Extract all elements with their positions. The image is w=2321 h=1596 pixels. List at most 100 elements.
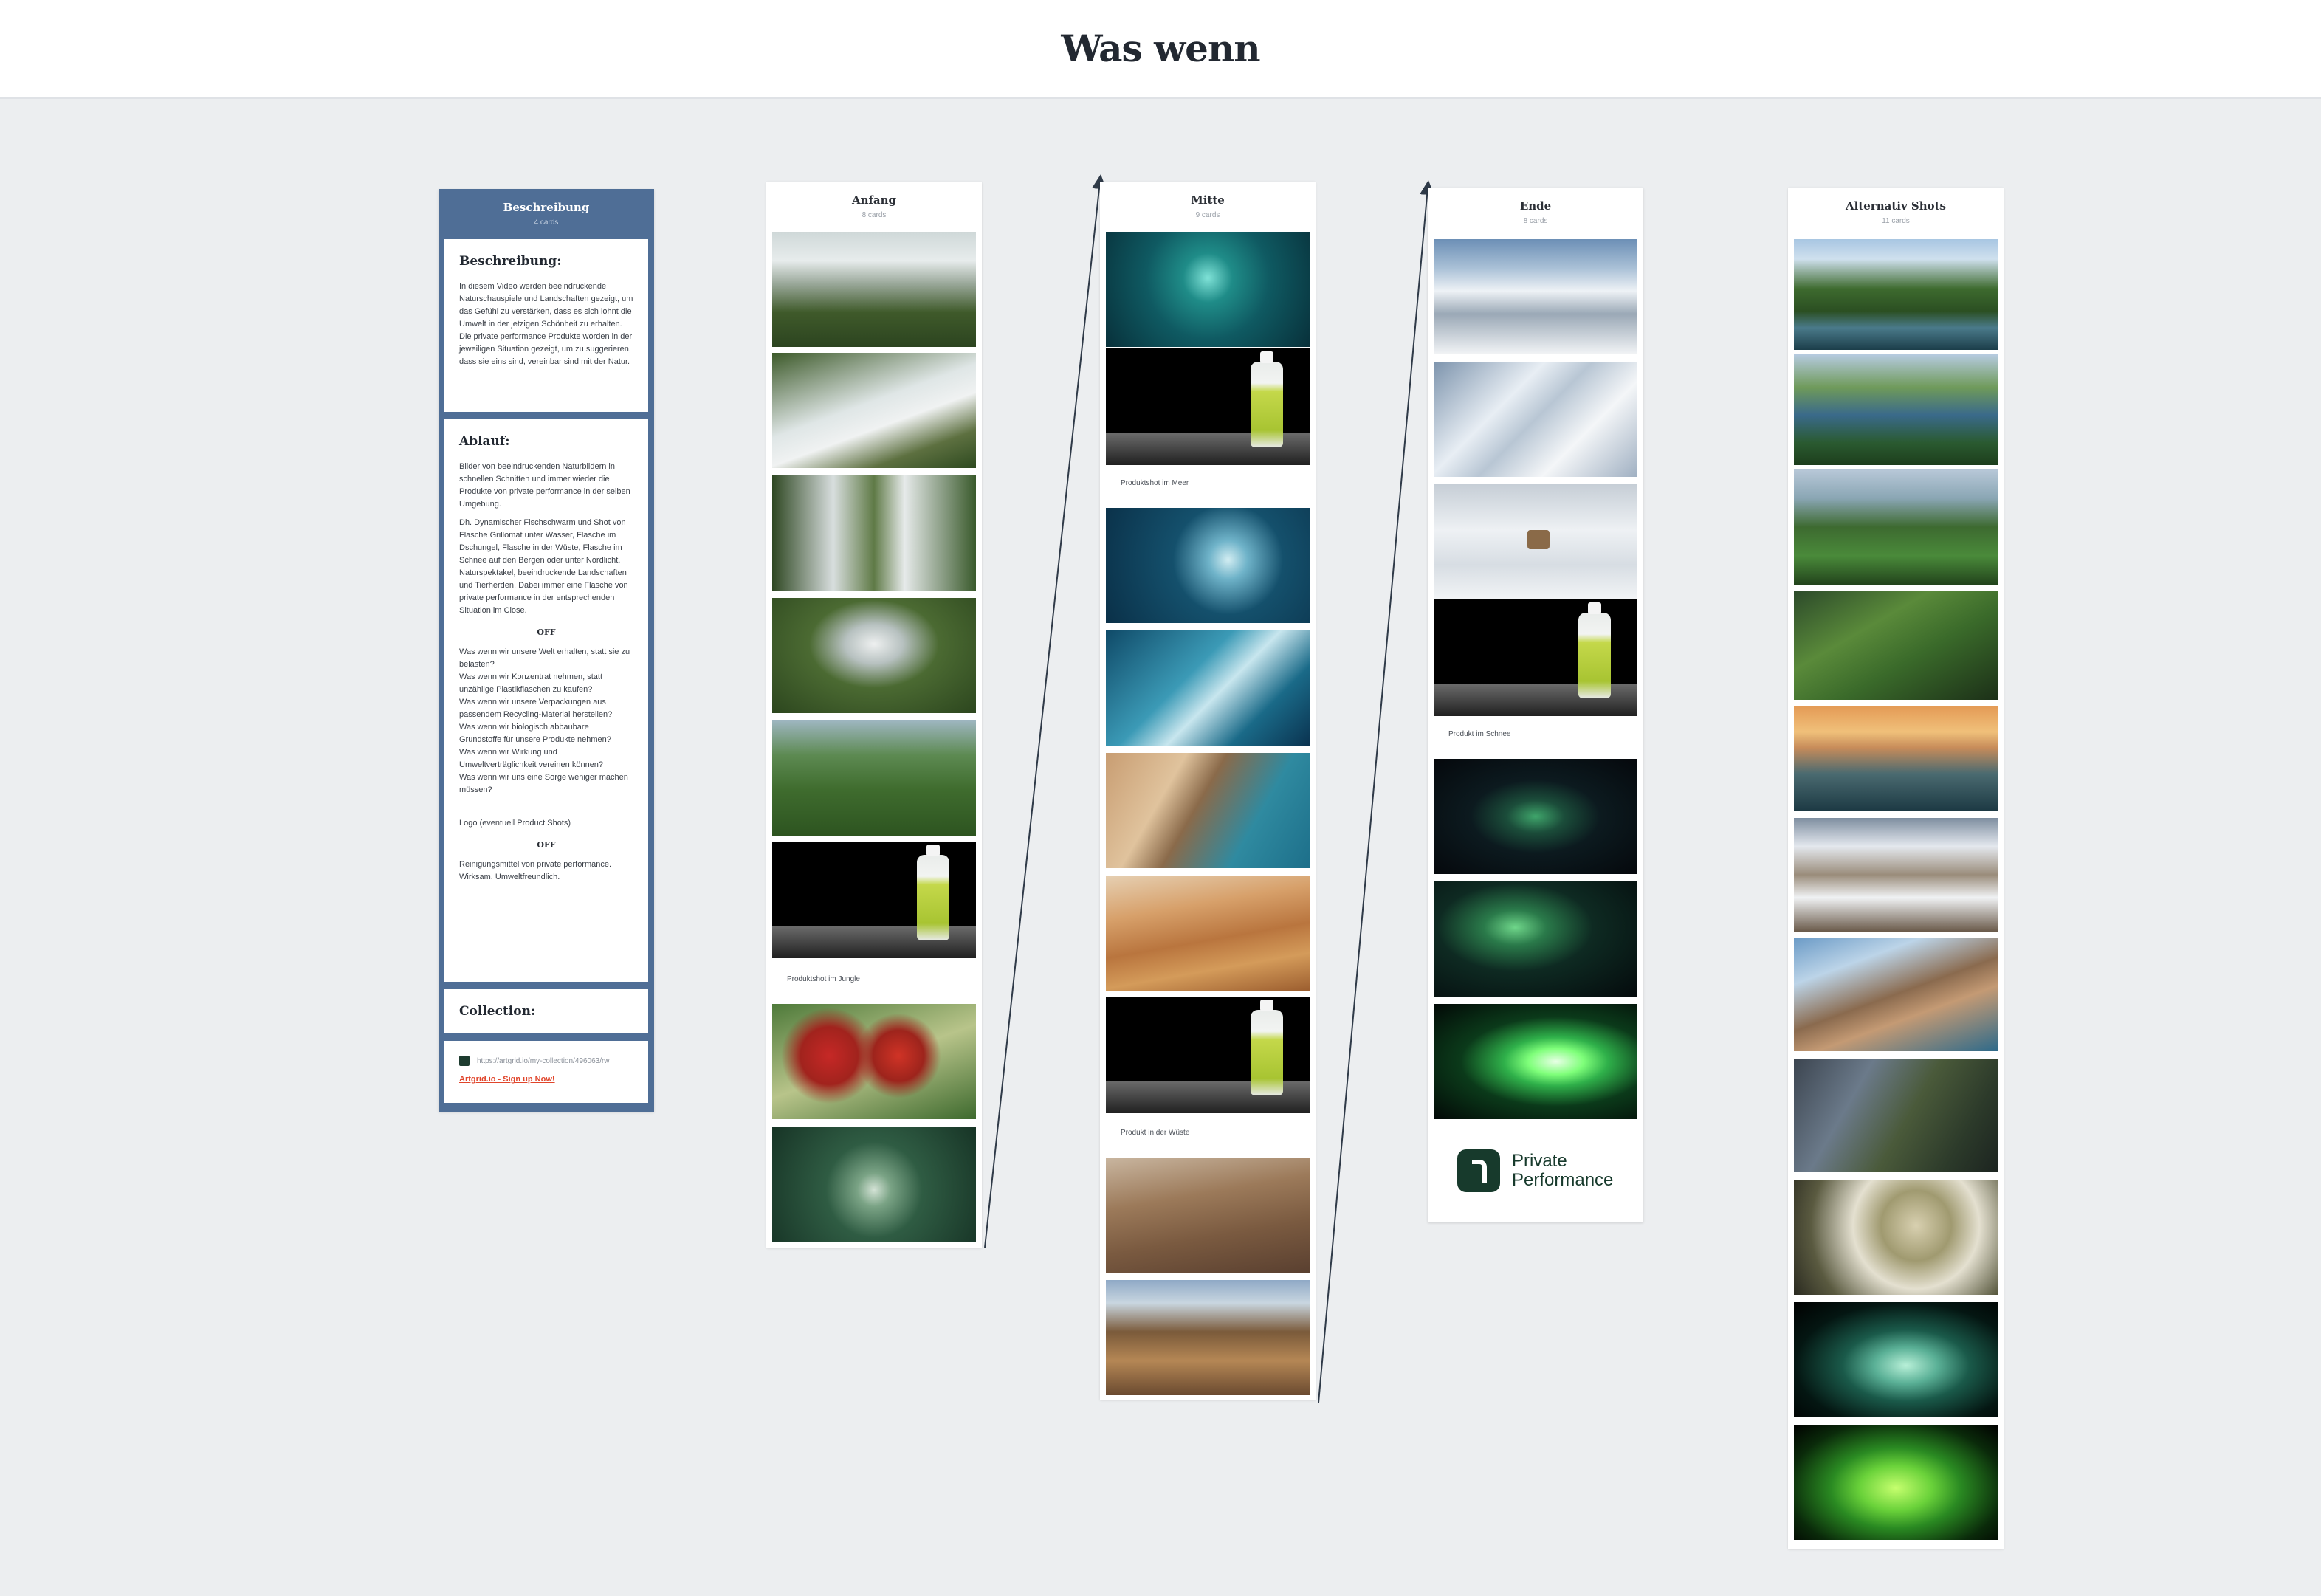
braided-river-image	[1794, 1059, 1998, 1172]
image-card[interactable]	[1434, 759, 1637, 874]
image-card[interactable]	[1106, 232, 1310, 347]
bottle-icon	[1578, 602, 1611, 698]
mountain-lake-2-image	[1794, 354, 1998, 465]
image-card[interactable]	[1106, 508, 1310, 623]
off-label: OFF	[537, 627, 556, 637]
brown-peak-image	[1794, 938, 1998, 1051]
bottle-snow-image	[1434, 599, 1637, 717]
aurora-1-image	[1434, 759, 1637, 874]
product-card[interactable]: Produktshot im Meer	[1106, 348, 1310, 503]
image-card[interactable]	[1434, 881, 1637, 997]
image-card[interactable]	[772, 1127, 976, 1242]
logo-wordmark: Private Performance	[1512, 1152, 1613, 1190]
column-header[interactable]: Anfang 8 cards	[766, 182, 982, 232]
product-card[interactable]: Produkt in der Wüste	[1106, 997, 1310, 1153]
column-mitte[interactable]: Mitte 9 cards Produktshot im Meer Produk…	[1100, 182, 1316, 1400]
image-card[interactable]	[1434, 239, 1637, 354]
card-heading: Ablauf:	[459, 434, 510, 449]
fish-swarm-image	[1106, 232, 1310, 347]
snow-peaks-image	[1434, 239, 1637, 354]
card-text: Was wenn wir unsere Welt erhalten, statt…	[459, 647, 630, 794]
bottle-desert-image	[1106, 997, 1310, 1114]
image-card[interactable]	[1794, 1425, 1998, 1540]
image-card[interactable]	[1794, 354, 1998, 465]
signup-link[interactable]: Artgrid.io - Sign up Now!	[459, 1075, 633, 1084]
image-card[interactable]	[772, 1004, 976, 1119]
water-drop-image	[772, 1127, 976, 1242]
product-card[interactable]: Produktshot im Jungle	[772, 842, 976, 1000]
waterfall-aerial-image	[772, 232, 976, 347]
logo-card[interactable]: Private Performance	[1434, 1135, 1637, 1206]
artgrid-favicon-icon	[459, 1056, 470, 1066]
link-card[interactable]: https://artgrid.io/my-collection/496063/…	[444, 1041, 648, 1103]
card-caption: Produktshot im Jungle	[787, 975, 860, 983]
image-card[interactable]	[1794, 818, 1998, 932]
bottle-sea-image	[1106, 348, 1310, 466]
green-coral-image	[1794, 1425, 1998, 1540]
image-card[interactable]	[1794, 239, 1998, 350]
lichen-branch-image	[1794, 1180, 1998, 1295]
ablauf-card[interactable]: Ablauf: Bilder von beeindruckenden Natur…	[444, 419, 648, 982]
snow-ridge-image	[1434, 362, 1637, 477]
image-card[interactable]	[1106, 630, 1310, 746]
snowy-tundra-image	[1794, 818, 1998, 932]
card-text: In diesem Video werden beeindruckende Na…	[459, 282, 633, 366]
image-card[interactable]	[1434, 1004, 1637, 1119]
bottle-jungle-image	[772, 842, 976, 959]
jungle-waterfall-image	[772, 353, 976, 468]
column-title: Beschreibung	[503, 201, 590, 214]
image-card[interactable]	[1794, 706, 1998, 811]
card-heading: Beschreibung:	[459, 254, 562, 269]
forest-peaks-image	[1794, 469, 1998, 585]
image-card[interactable]	[1106, 876, 1310, 991]
image-card[interactable]	[1794, 1180, 1998, 1295]
card-text: Reinigungsmittel von private performance…	[459, 860, 612, 881]
column-anfang[interactable]: Anfang 8 cards Produktshot im Jungle	[766, 182, 982, 1248]
collection-card[interactable]: Collection:	[444, 989, 648, 1033]
whale-image	[1106, 508, 1310, 623]
card-count: 4 cards	[534, 219, 559, 227]
product-card[interactable]: Produkt im Schnee	[1434, 599, 1637, 754]
column-title: Mitte	[1191, 193, 1225, 207]
image-card[interactable]	[1106, 1280, 1310, 1395]
image-card[interactable]	[1794, 469, 1998, 585]
image-card[interactable]	[1794, 1302, 1998, 1417]
image-card[interactable]	[772, 598, 976, 713]
mountain-lake-1-image	[1794, 239, 1998, 350]
green-ridge-image	[1794, 591, 1998, 700]
waterfall-closeup-image	[772, 598, 976, 713]
column-title: Anfang	[851, 193, 897, 207]
image-card[interactable]	[1434, 362, 1637, 477]
mountain-herd-image	[1106, 1158, 1310, 1273]
image-card[interactable]	[1794, 591, 1998, 700]
card-count: 9 cards	[1195, 211, 1220, 219]
connector-anfang-mitte[interactable]	[984, 174, 1107, 1248]
column-ende[interactable]: Ende 8 cards Produkt im Schnee Private P…	[1428, 188, 1643, 1222]
image-card[interactable]	[772, 720, 976, 836]
image-card[interactable]	[1106, 1158, 1310, 1273]
bottle-icon	[1251, 351, 1283, 447]
connector-mitte-ende[interactable]	[1318, 180, 1435, 1403]
green-valley-image	[772, 720, 976, 836]
column-header[interactable]: Alternativ Shots 11 cards	[1788, 188, 2004, 238]
card-caption: Produkt in der Wüste	[1121, 1129, 1190, 1137]
image-card[interactable]	[772, 353, 976, 468]
image-card[interactable]	[772, 475, 976, 591]
column-alternativ-shots[interactable]: Alternativ Shots 11 cards	[1788, 188, 2004, 1549]
aurora-2-image	[1434, 881, 1637, 997]
image-card[interactable]	[1794, 938, 1998, 1051]
description-card[interactable]: Beschreibung: In diesem Video werden bee…	[444, 239, 648, 412]
image-card[interactable]	[1106, 753, 1310, 868]
sunset-mountains-image	[1794, 706, 1998, 811]
link-url[interactable]: https://artgrid.io/my-collection/496063/…	[477, 1057, 610, 1065]
image-card[interactable]	[772, 232, 976, 347]
column-header[interactable]: Beschreibung 4 cards	[439, 189, 654, 239]
image-card[interactable]	[1434, 484, 1637, 599]
link-preview[interactable]: https://artgrid.io/my-collection/496063/…	[459, 1056, 633, 1066]
card-text: Bilder von beeindruckenden Naturbildern …	[459, 462, 630, 509]
image-card[interactable]	[1794, 1059, 1998, 1172]
column-beschreibung[interactable]: Beschreibung 4 cards Beschreibung: In di…	[439, 189, 654, 1112]
aurora-3-image	[1434, 1004, 1637, 1119]
column-header[interactable]: Mitte 9 cards	[1100, 182, 1316, 232]
column-header[interactable]: Ende 8 cards	[1428, 188, 1643, 238]
